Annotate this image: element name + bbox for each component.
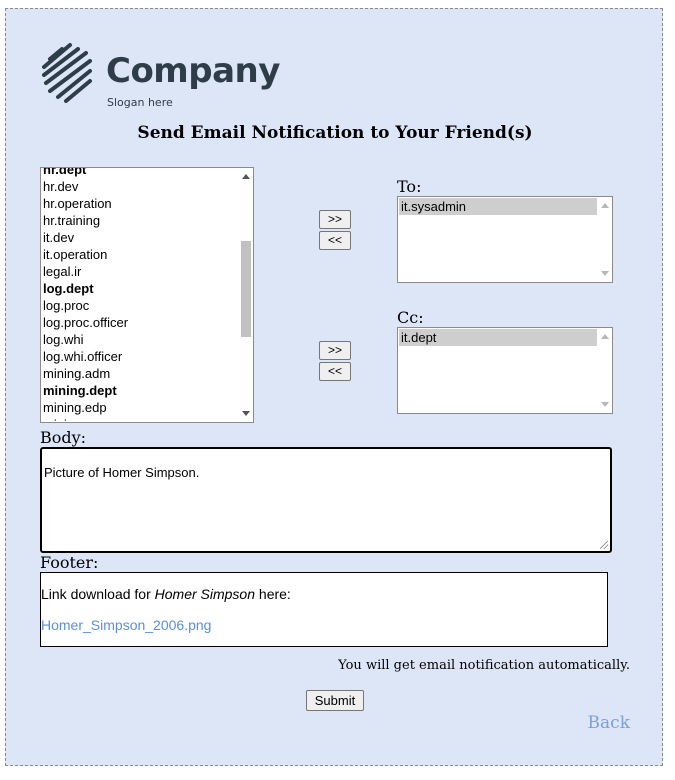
scroll-up-icon[interactable] bbox=[601, 203, 609, 208]
user-option[interactable]: log.proc.officer bbox=[41, 314, 239, 331]
footer-box: Link download for Homer Simpson here: Ho… bbox=[40, 572, 608, 647]
user-option[interactable]: log.dept bbox=[41, 280, 239, 297]
footer-suffix: here: bbox=[255, 586, 291, 602]
scroll-down-icon[interactable] bbox=[601, 402, 609, 407]
footer-label: Footer: bbox=[40, 553, 99, 572]
logo-slogan: Slogan here bbox=[107, 96, 173, 109]
download-link[interactable]: Homer_Simpson_2006.png bbox=[41, 617, 211, 633]
resize-handle-icon[interactable] bbox=[600, 541, 608, 549]
submit-button[interactable]: Submit bbox=[306, 690, 364, 711]
user-option[interactable]: mining.edp bbox=[41, 399, 239, 416]
page: Company Slogan here Send Email Notificat… bbox=[5, 8, 663, 766]
to-list-item[interactable]: it.sysadmin bbox=[399, 198, 597, 215]
user-list[interactable]: hr.dept hr.dev hr.operation hr.training it.d… bbox=[40, 167, 254, 423]
logo-name: Company bbox=[106, 51, 280, 91]
user-option[interactable]: mining.adm bbox=[41, 365, 239, 382]
user-option[interactable]: mining.eng bbox=[41, 416, 239, 422]
to-list-scrollbar[interactable] bbox=[599, 197, 612, 282]
scroll-down-icon[interactable] bbox=[242, 411, 250, 416]
to-label: To: bbox=[397, 177, 422, 196]
scroll-thumb[interactable] bbox=[241, 240, 251, 337]
user-list-items: hr.dept hr.dev hr.operation hr.training it.d… bbox=[41, 168, 239, 422]
add-cc-button[interactable]: >> bbox=[319, 341, 351, 360]
remove-to-button[interactable]: << bbox=[319, 231, 351, 250]
body-textarea[interactable]: Picture of Homer Simpson. bbox=[40, 447, 612, 553]
user-option[interactable]: log.whi.officer bbox=[41, 348, 239, 365]
cc-label: Cc: bbox=[397, 308, 424, 327]
footer-prefix: Link download for bbox=[41, 586, 155, 602]
user-option[interactable]: mining.dept bbox=[41, 382, 239, 399]
body-label: Body: bbox=[40, 428, 87, 447]
logo-mark-icon bbox=[42, 43, 92, 103]
cc-list[interactable]: it.dept bbox=[397, 327, 613, 414]
to-list[interactable]: it.sysadmin bbox=[397, 196, 613, 283]
footer-emphasis: Homer Simpson bbox=[154, 586, 256, 602]
body-text: Picture of Homer Simpson. bbox=[44, 465, 200, 480]
company-logo: Company Slogan here bbox=[40, 41, 290, 109]
scroll-up-icon[interactable] bbox=[242, 174, 250, 179]
user-option[interactable]: hr.operation bbox=[41, 195, 239, 212]
user-option[interactable]: hr.training bbox=[41, 212, 239, 229]
page-title: Send Email Notification to Your Friend(s… bbox=[137, 123, 533, 143]
user-option[interactable]: it.operation bbox=[41, 246, 239, 263]
user-option[interactable]: legal.ir bbox=[41, 263, 239, 280]
add-to-button[interactable]: >> bbox=[319, 210, 351, 229]
user-option[interactable]: it.dev bbox=[41, 229, 239, 246]
user-option[interactable]: hr.dev bbox=[41, 178, 239, 195]
user-list-scrollbar[interactable] bbox=[240, 168, 253, 422]
cc-list-scrollbar[interactable] bbox=[599, 328, 612, 413]
scroll-down-icon[interactable] bbox=[601, 271, 609, 276]
user-option[interactable]: log.whi bbox=[41, 331, 239, 348]
user-option[interactable]: hr.dept bbox=[41, 168, 239, 178]
remove-cc-button[interactable]: << bbox=[319, 362, 351, 381]
notification-note: You will get email notification automati… bbox=[338, 658, 630, 673]
scroll-up-icon[interactable] bbox=[601, 334, 609, 339]
footer-text: Link download for Homer Simpson here: bbox=[41, 586, 291, 602]
user-option[interactable]: log.proc bbox=[41, 297, 239, 314]
back-link[interactable]: Back bbox=[588, 713, 630, 733]
cc-list-item[interactable]: it.dept bbox=[399, 329, 597, 346]
